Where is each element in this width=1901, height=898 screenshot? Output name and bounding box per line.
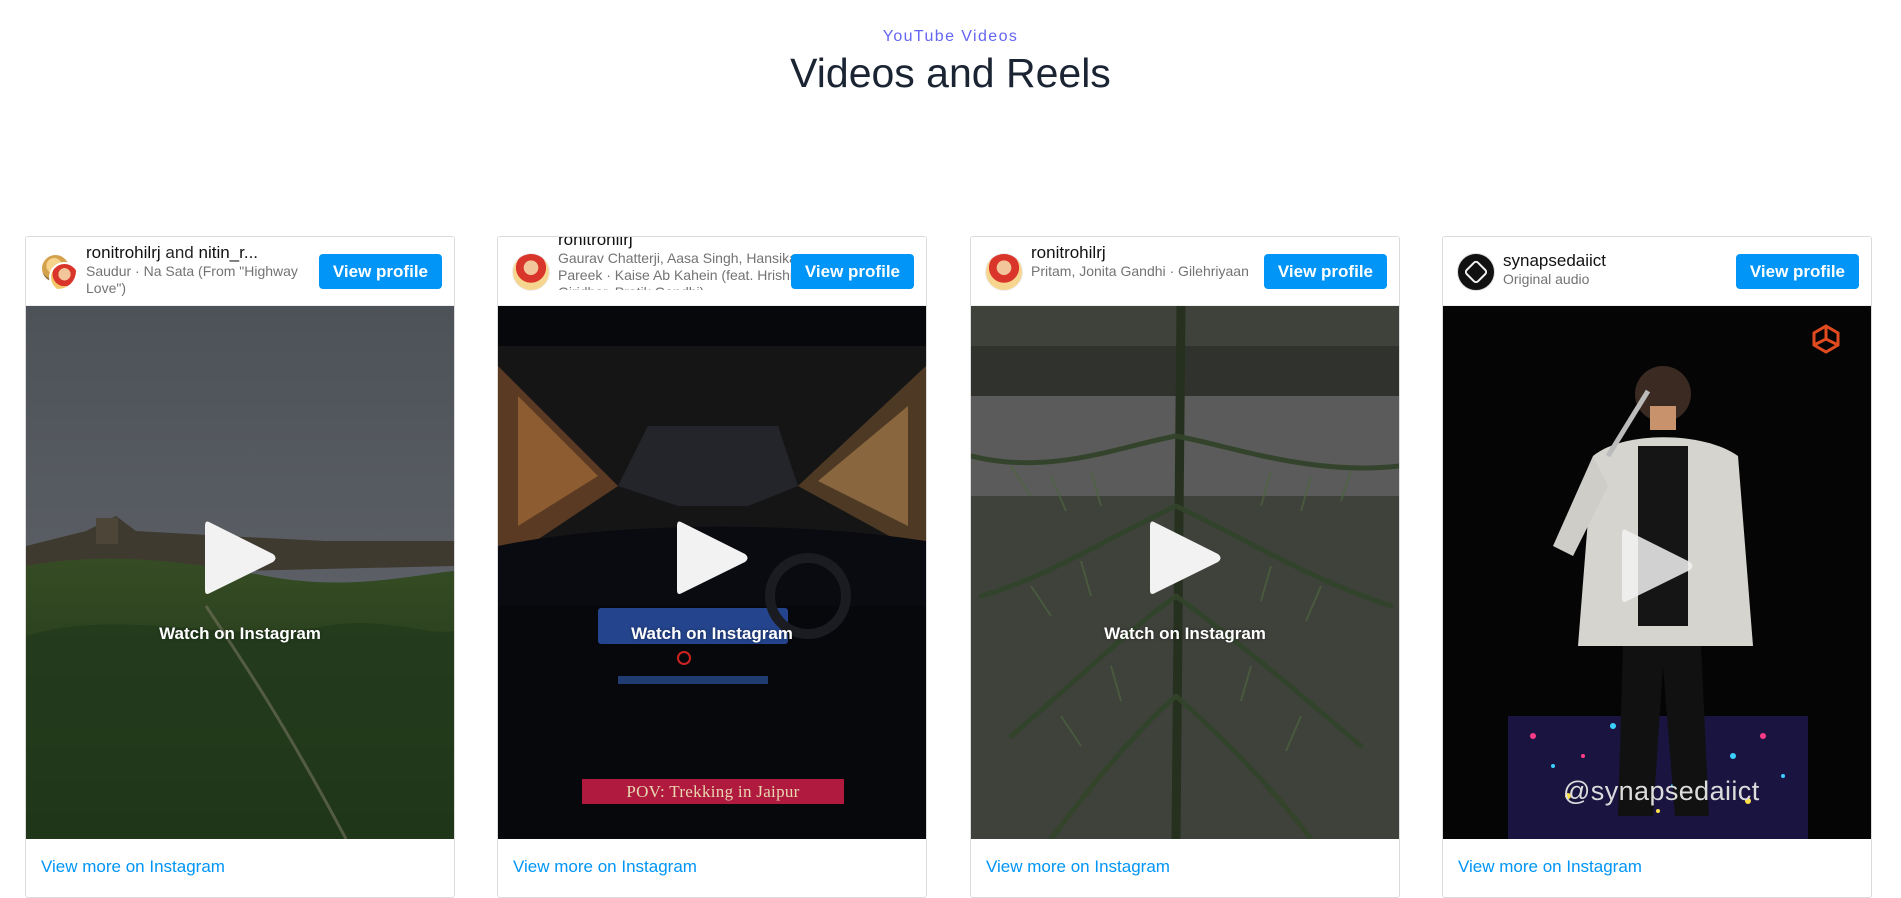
play-icon[interactable] (201, 518, 279, 598)
embed-header: ronitrohilrj and nitin_r... Saudur · Na … (26, 237, 454, 306)
avatar[interactable] (40, 253, 76, 289)
embed-author-info: ronitrohilrj and nitin_r... Saudur · Na … (86, 243, 341, 303)
author-line: ronitrohilrj and nitin_r... (86, 243, 341, 263)
author-username[interactable]: ronitrohilrj (1031, 243, 1286, 263)
view-more-link[interactable]: View more on Instagram (986, 857, 1170, 877)
audio-title[interactable]: Saudur · Na Sata (From "Highway Love") (86, 263, 341, 297)
view-profile-button[interactable]: View profile (318, 254, 442, 289)
author-username[interactable]: synapsedaiict (1503, 251, 1758, 271)
embed-author-info: synapsedaiict Original audio (1503, 251, 1758, 305)
audio-title[interactable]: Pritam, Jonita Gandhi · Gilehriyaan (1031, 263, 1286, 280)
watch-on-instagram-link[interactable]: Watch on Instagram (498, 624, 926, 644)
view-profile-button[interactable]: View profile (1735, 254, 1859, 289)
audio-title[interactable]: Original audio (1503, 271, 1758, 288)
collaborator-username[interactable]: nitin_r... (198, 243, 258, 262)
view-profile-button[interactable]: View profile (790, 254, 914, 289)
author-username[interactable]: ronitrohilrj (558, 237, 813, 250)
view-more-link[interactable]: View more on Instagram (1458, 857, 1642, 877)
avatar[interactable] (512, 253, 550, 291)
instagram-embed-card: ronitrohilrj Pritam, Jonita Gandhi · Gil… (970, 236, 1400, 898)
watch-on-instagram-link[interactable]: Watch on Instagram (26, 624, 454, 644)
view-more-link[interactable]: View more on Instagram (41, 857, 225, 877)
watch-on-instagram-link[interactable]: Watch on Instagram (971, 624, 1399, 644)
reel-thumbnail[interactable]: POV: Trekking in Jaipur Watch on Instagr… (498, 306, 926, 839)
reel-thumbnail[interactable]: Watch on Instagram (971, 306, 1399, 839)
view-more-link[interactable]: View more on Instagram (513, 857, 697, 877)
embed-author-info: ronitrohilrj Gaurav Chatterji, Aasa Sing… (558, 237, 813, 290)
instagram-embed-card: ronitrohilrj Gaurav Chatterji, Aasa Sing… (497, 236, 927, 898)
play-icon[interactable] (1146, 518, 1224, 598)
section-eyebrow: YouTube Videos (882, 28, 1019, 45)
author-username[interactable]: ronitrohilrj (86, 243, 161, 262)
author-joiner: and (165, 243, 194, 262)
reel-caption-overlay: POV: Trekking in Jaipur (582, 779, 844, 804)
instagram-embed-card: synapsedaiict Original audio View profil… (1442, 236, 1872, 898)
embed-header: ronitrohilrj Gaurav Chatterji, Aasa Sing… (498, 237, 926, 306)
instagram-embed-card: ronitrohilrj and nitin_r... Saudur · Na … (25, 236, 455, 898)
reel-thumbnail[interactable]: @synapsedaiict (1443, 306, 1871, 839)
audio-title[interactable]: Gaurav Chatterji, Aasa Singh, Hansika Pa… (558, 250, 813, 290)
view-profile-button[interactable]: View profile (1263, 254, 1387, 289)
avatar[interactable] (1457, 253, 1495, 291)
play-icon[interactable] (1618, 526, 1696, 606)
avatar[interactable] (985, 253, 1023, 291)
embed-header: ronitrohilrj Pritam, Jonita Gandhi · Gil… (971, 237, 1399, 306)
embed-header: synapsedaiict Original audio View profil… (1443, 237, 1871, 306)
page-title: Videos and Reels (790, 50, 1111, 96)
synapse-logo-icon (1812, 324, 1840, 354)
watermark-handle: @synapsedaiict (1563, 776, 1760, 806)
embed-author-info: ronitrohilrj Pritam, Jonita Gandhi · Gil… (1031, 243, 1286, 303)
reel-thumbnail[interactable]: Watch on Instagram (26, 306, 454, 839)
play-icon[interactable] (673, 518, 751, 598)
